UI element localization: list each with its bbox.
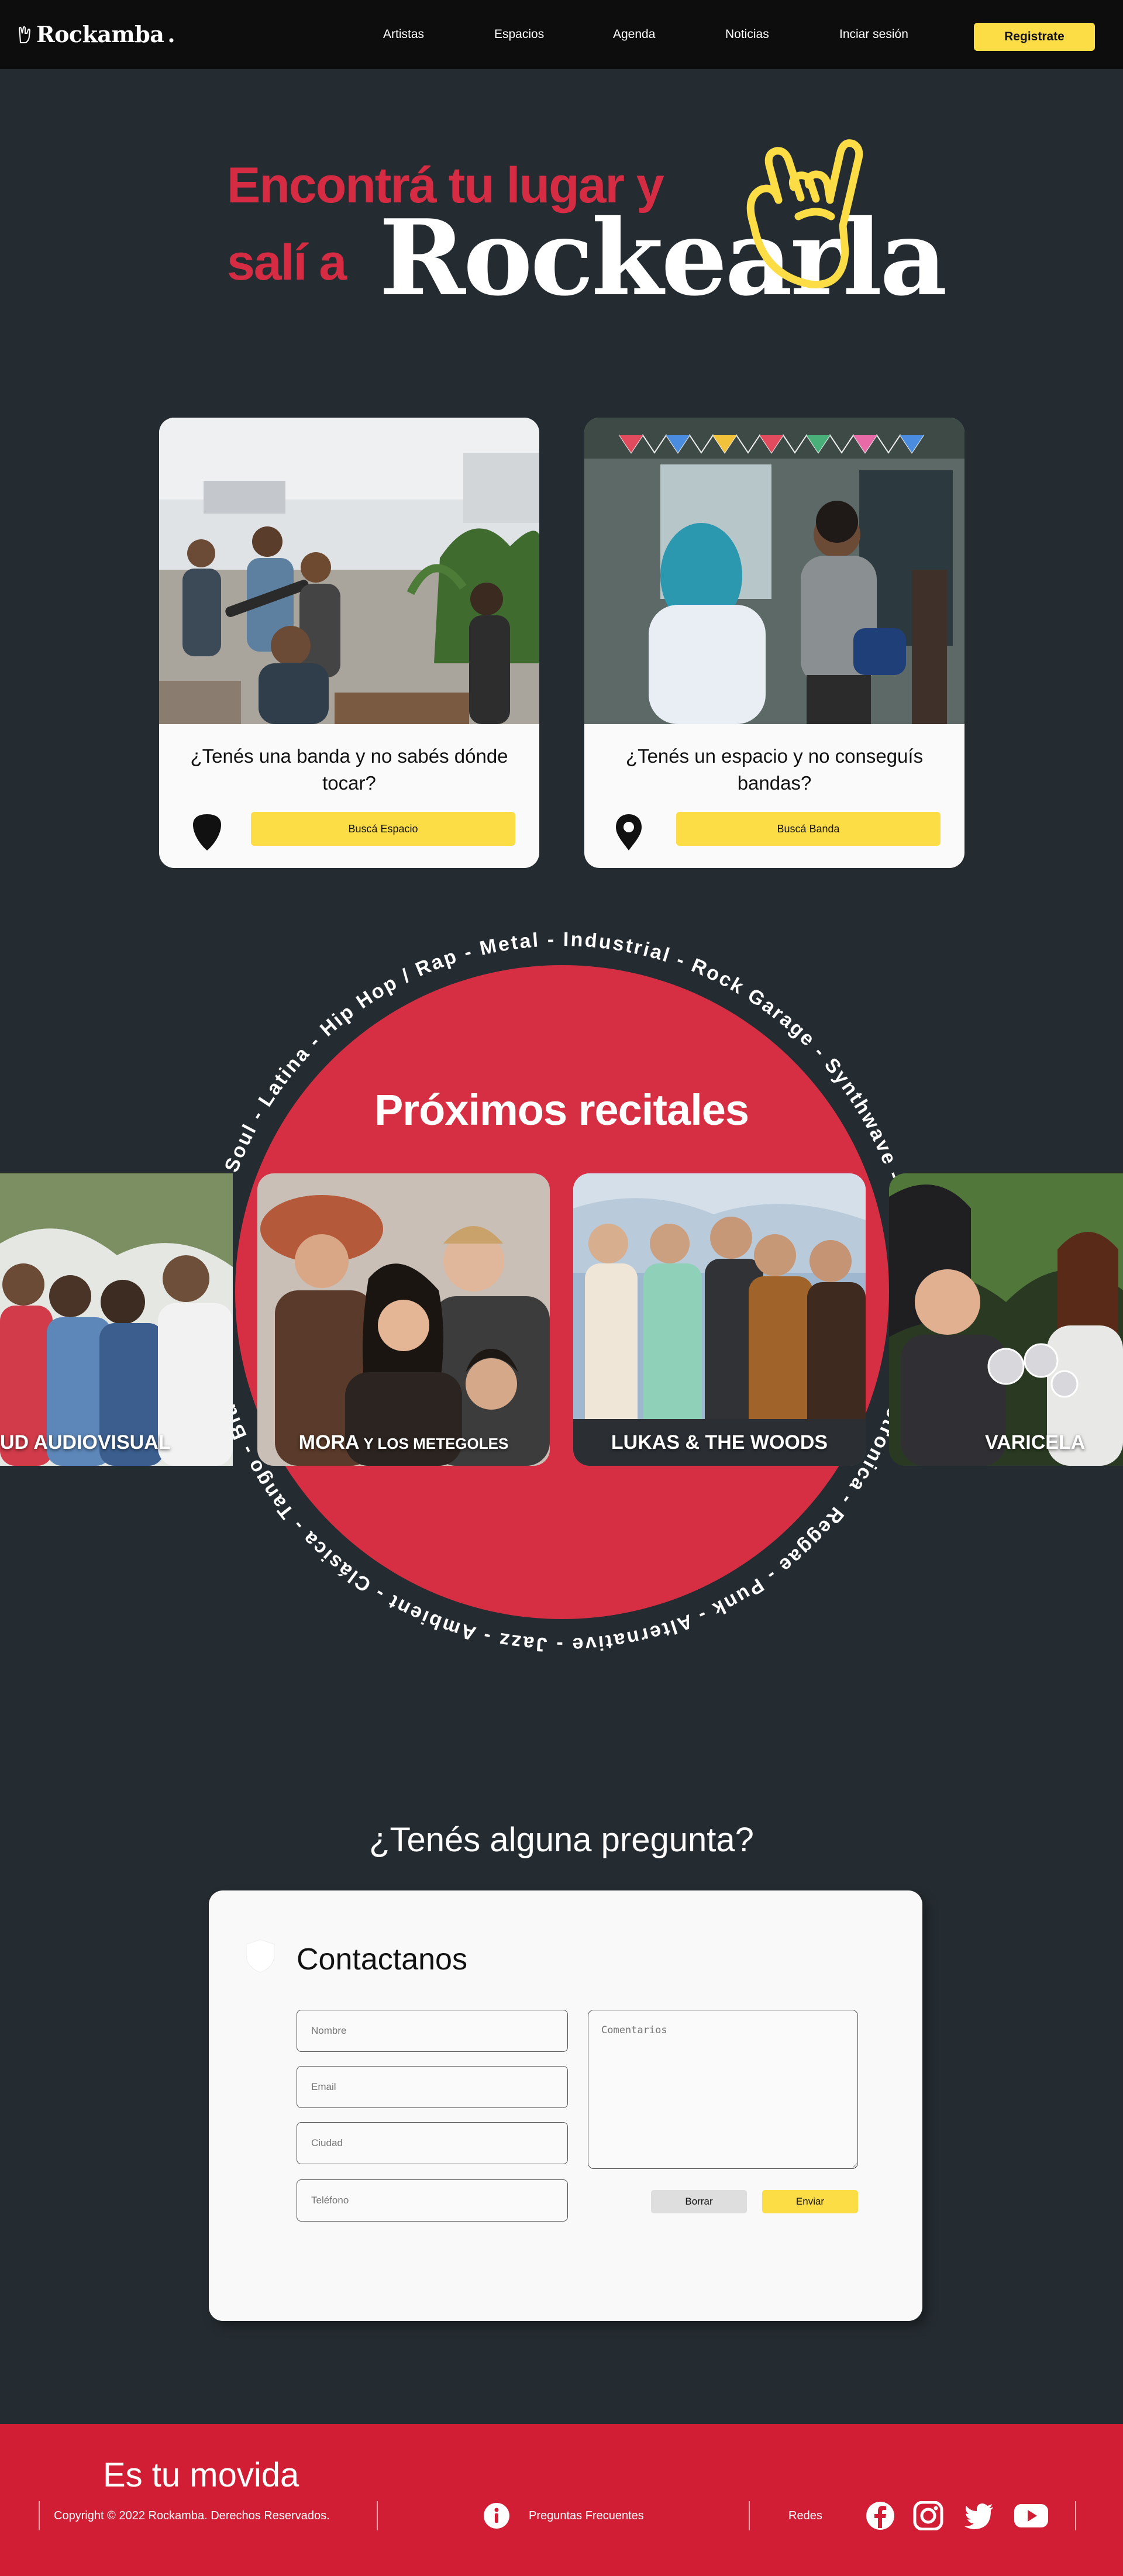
nav-login[interactable]: Inciar sesión xyxy=(839,27,908,42)
card-question: ¿Tenés un espacio y no conseguís bandas? xyxy=(625,745,924,794)
divider xyxy=(377,2501,378,2530)
rock-hand-icon xyxy=(746,139,863,289)
comments-field[interactable] xyxy=(588,2010,858,2169)
band-name: VARICELA xyxy=(985,1431,1086,1454)
socials-label: Redes xyxy=(788,2509,822,2522)
nav-espacios[interactable]: Espacios xyxy=(494,27,544,42)
contact-card: Contactanos Borrar Enviar xyxy=(209,1890,922,2321)
phone-field[interactable] xyxy=(297,2179,568,2222)
youtube-icon[interactable] xyxy=(1013,2501,1049,2530)
find-venue-button[interactable]: Buscá Espacio xyxy=(251,812,515,846)
divider xyxy=(1075,2501,1076,2530)
brand-logo[interactable]: Rockamba. xyxy=(18,21,175,47)
nav-agenda[interactable]: Agenda xyxy=(613,27,655,42)
band-name: UD AUDIOVISUAL xyxy=(0,1431,171,1454)
rock-hand-logo-icon xyxy=(18,26,31,43)
email-field[interactable] xyxy=(297,2066,568,2108)
top-navbar: Rockamba. Artistas Espacios Agenda Notic… xyxy=(0,0,1123,69)
nav-noticias[interactable]: Noticias xyxy=(725,27,769,42)
twitter-icon[interactable] xyxy=(964,2501,995,2530)
nav-artistas[interactable]: Artistas xyxy=(383,27,424,42)
venue-card: ¿Tenés un espacio y no conseguís bandas?… xyxy=(584,418,964,868)
faq-link[interactable]: Preguntas Frecuentes xyxy=(529,2509,644,2523)
band-card: ¿Tenés una banda y no sabés dónde tocar?… xyxy=(159,418,539,868)
recitales-title: Próximos recitales xyxy=(374,1086,749,1134)
city-field[interactable] xyxy=(297,2122,568,2164)
divider xyxy=(749,2501,750,2530)
band-photo xyxy=(159,418,539,724)
divider xyxy=(39,2501,40,2530)
card-question: ¿Tenés una banda y no sabés dónde tocar? xyxy=(190,745,508,794)
footer-row: Copyright © 2022 Rockamba. Derechos Rese… xyxy=(0,2501,1123,2536)
footer-slogan: Es tu movida xyxy=(103,2456,299,2494)
band-name: LUKAS & THE WOODS xyxy=(611,1431,828,1454)
map-pin-icon xyxy=(616,814,642,850)
band-card[interactable]: MORA Y LOS METEGOLES xyxy=(257,1173,550,1466)
name-field[interactable] xyxy=(297,2010,568,2052)
band-photo xyxy=(889,1173,1123,1466)
register-button[interactable]: Registrate xyxy=(974,23,1095,51)
venue-photo xyxy=(584,418,964,724)
find-band-button[interactable]: Buscá Banda xyxy=(676,812,941,846)
band-card[interactable]: VARICELA xyxy=(889,1173,1123,1466)
footer: Es tu movida Copyright © 2022 Rockamba. … xyxy=(0,2424,1123,2576)
send-button[interactable]: Enviar xyxy=(762,2190,858,2213)
question-heading: ¿Tenés alguna pregunta? xyxy=(369,1821,754,1859)
facebook-icon[interactable] xyxy=(864,2501,896,2530)
band-photo xyxy=(0,1173,233,1466)
band-name: MORA Y LOS METEGOLES xyxy=(298,1431,509,1454)
copyright-text: Copyright © 2022 Rockamba. Derechos Rese… xyxy=(54,2509,330,2522)
band-card[interactable]: LUKAS & THE WOODS xyxy=(573,1173,866,1466)
shield-icon xyxy=(246,1939,275,1973)
band-photo xyxy=(573,1173,866,1466)
guitar-pick-icon xyxy=(193,814,221,850)
brand-name: Rockamba xyxy=(36,21,164,47)
band-photo xyxy=(257,1173,550,1466)
clear-button[interactable]: Borrar xyxy=(651,2190,747,2213)
band-card[interactable]: UD AUDIOVISUAL xyxy=(0,1173,233,1466)
brand-dot: . xyxy=(167,21,175,47)
contact-title: Contactanos xyxy=(297,1943,467,1976)
hero-line2: salí a xyxy=(227,235,347,291)
instagram-icon[interactable] xyxy=(912,2501,944,2530)
info-icon xyxy=(484,2503,509,2529)
